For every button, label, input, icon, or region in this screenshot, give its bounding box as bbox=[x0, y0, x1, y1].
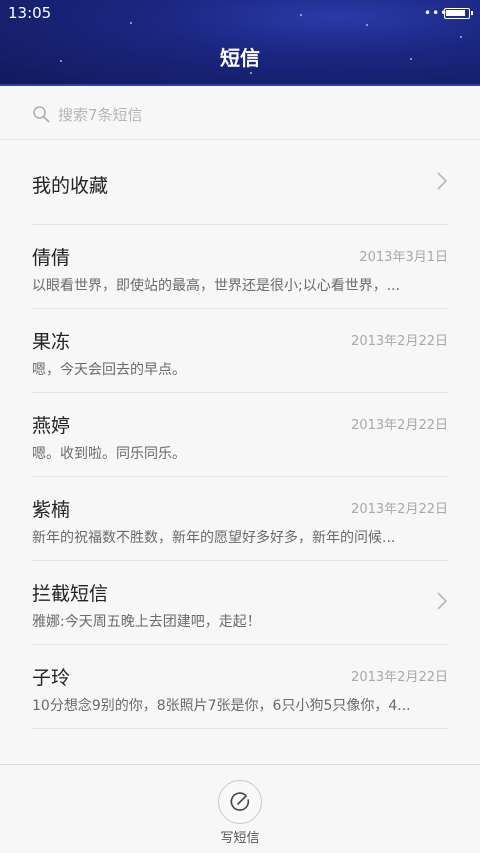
page-title: 短信 bbox=[220, 46, 260, 70]
message-date: 2013年2月22日 bbox=[351, 418, 448, 433]
message-preview: 雅娜:今天周五晚上去团建吧，走起！ bbox=[32, 614, 261, 630]
compose-icon bbox=[230, 792, 250, 811]
conversation-row[interactable]: 倩倩 2013年3月1日 以眼看世界，即使站的最高，世界还是很小;以心看世界，.… bbox=[32, 225, 448, 309]
message-preview: 嗯，今天会回去的早点。 bbox=[32, 362, 186, 378]
status-time: 13:05 bbox=[8, 4, 52, 22]
chevron-right-icon bbox=[437, 592, 448, 610]
search-icon bbox=[33, 106, 50, 123]
message-preview: 嗯。收到啦。同乐同乐。 bbox=[32, 446, 186, 462]
message-date: 2013年2月22日 bbox=[351, 670, 448, 685]
message-preview: 以眼看世界，即使站的最高，世界还是很小;以心看世界，... bbox=[32, 278, 401, 294]
contact-name: 燕婷 bbox=[32, 415, 71, 437]
status-bar: 13:05 ••• bbox=[0, 0, 480, 28]
message-preview: 10分想念9别的你，8张照片7张是你，6只小狗5只像你，4... bbox=[32, 698, 411, 714]
blocked-messages-row[interactable]: 拦截短信 雅娜:今天周五晚上去团建吧，走起！ bbox=[32, 561, 448, 645]
favorites-label: 我的收藏 bbox=[32, 175, 109, 197]
conversation-row[interactable]: 燕婷 2013年2月22日 嗯。收到啦。同乐同乐。 bbox=[32, 393, 448, 477]
messages-screen: 13:05 ••• 短信 搜索7条短信 我的收藏 倩倩 2013年3月1日 以眼… bbox=[0, 0, 480, 853]
search-bar[interactable]: 搜索7条短信 bbox=[0, 88, 480, 140]
message-preview: 新年的祝福数不胜数，新年的愿望好多好多，新年的问候... bbox=[32, 530, 396, 546]
conversation-list: 我的收藏 倩倩 2013年3月1日 以眼看世界，即使站的最高，世界还是很小;以心… bbox=[0, 141, 480, 729]
battery-fill bbox=[446, 10, 465, 16]
blocked-label: 拦截短信 bbox=[32, 583, 109, 605]
contact-name: 倩倩 bbox=[32, 247, 71, 269]
contact-name: 果冻 bbox=[32, 331, 71, 353]
contact-name: 子玲 bbox=[32, 667, 71, 689]
compose-button[interactable] bbox=[218, 780, 262, 824]
contact-name: 紫楠 bbox=[32, 499, 71, 521]
search-input[interactable]: 搜索7条短信 bbox=[58, 104, 143, 125]
chevron-right-icon bbox=[437, 172, 448, 190]
favorites-row[interactable]: 我的收藏 bbox=[32, 141, 448, 225]
decor-star bbox=[250, 72, 252, 74]
message-date: 2013年2月22日 bbox=[351, 334, 448, 349]
bottom-bar: 写短信 bbox=[0, 764, 480, 853]
message-date: 2013年2月22日 bbox=[351, 502, 448, 517]
message-date: 2013年3月1日 bbox=[359, 250, 448, 265]
conversation-row[interactable]: 紫楠 2013年2月22日 新年的祝福数不胜数，新年的愿望好多好多，新年的问候.… bbox=[32, 477, 448, 561]
battery-icon bbox=[444, 8, 473, 19]
conversation-row[interactable]: 果冻 2013年2月22日 嗯，今天会回去的早点。 bbox=[32, 309, 448, 393]
header: 13:05 ••• 短信 bbox=[0, 0, 480, 86]
compose-label: 写短信 bbox=[220, 831, 260, 846]
decor-star bbox=[460, 36, 462, 38]
conversation-row[interactable]: 子玲 2013年2月22日 10分想念9别的你，8张照片7张是你，6只小狗5只像… bbox=[32, 645, 448, 729]
